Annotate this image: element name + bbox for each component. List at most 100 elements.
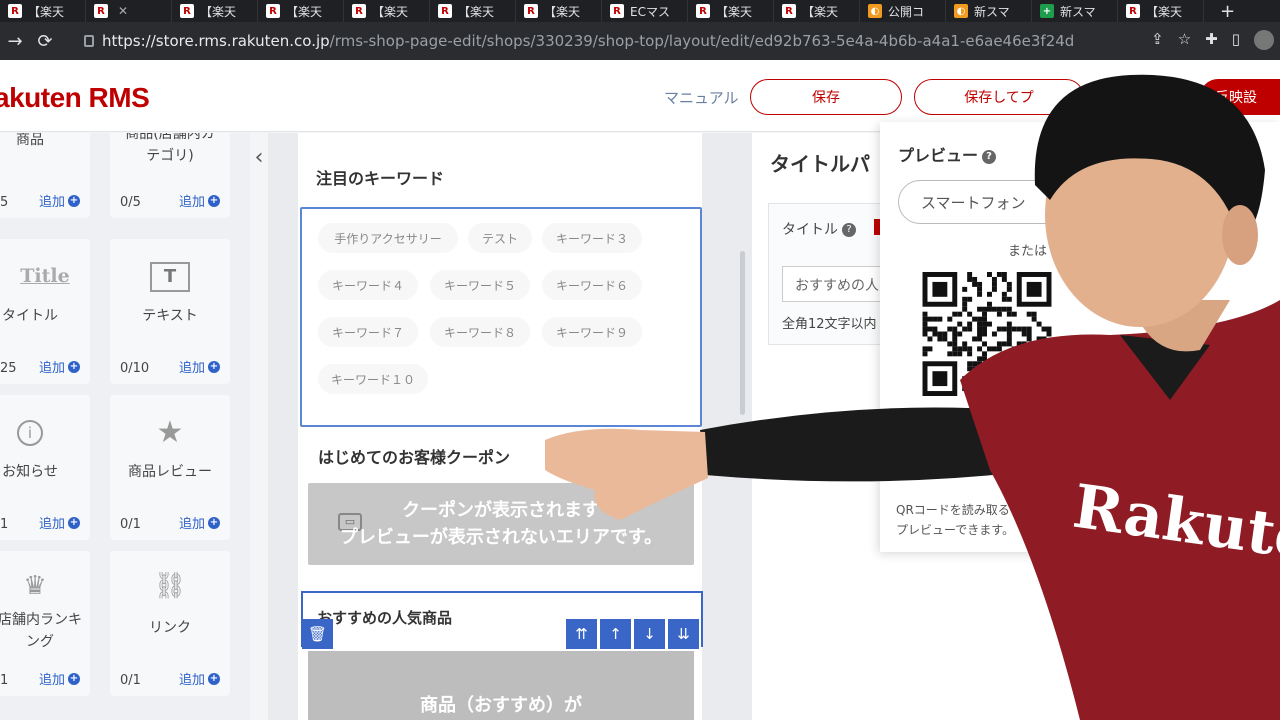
reload-icon[interactable]: ⟳ [30,31,60,52]
widget-product[interactable]: 商品 5 追加 + [0,133,90,218]
widget-add-button[interactable]: 追加 + [179,513,220,532]
browser-tab[interactable]: ◐ 新スマ [946,0,1032,22]
keyword-chip[interactable]: キーワード５ [430,270,530,300]
keyword-chip[interactable]: キーワード１０ [318,364,428,394]
plus-circle-icon: + [68,672,80,685]
browser-tab[interactable]: R 【楽天 [430,0,516,22]
plus-circle-icon: + [68,194,80,207]
widget-add-button[interactable]: 追加 + [179,669,220,688]
browser-address-bar: → ⟳ https://store.rms.rakuten.co.jp/rms-… [0,22,1280,60]
save-button[interactable]: 保存 [750,79,902,115]
widget-label: テキスト [142,308,198,324]
save-and-preview-button[interactable]: 保存してプ [914,79,1084,115]
browser-toolbar-icons: ⇪ ☆ ✚ ▯ [1151,30,1274,50]
canvas-scrollbar[interactable] [740,251,745,415]
tab-close-icon[interactable]: ✕ [118,4,128,18]
tab-label: 【楽天 [716,4,753,19]
widget-add-button[interactable]: 追加 + [179,357,220,376]
recommend-placeholder-text: 商品（おすすめ）が [420,695,582,716]
move-top-icon[interactable]: ⇈ [566,619,597,649]
widget-count: 1 [0,517,9,532]
smartphone-preview-button[interactable]: スマートフォン [898,180,1098,224]
move-down-icon[interactable]: ↓ [634,619,665,649]
url-host: https://store.rms.rakuten.co.jp [102,32,330,50]
bookmark-star-icon[interactable]: ☆ [1178,30,1191,50]
plus-circle-icon: + [68,360,80,373]
collapse-palette-chevron-icon[interactable]: ‹ [250,145,268,181]
widget-label: お知らせ [2,464,58,480]
info-icon: i [17,420,43,446]
publish-settings-button[interactable]: 反映設 [1200,79,1280,115]
widget-add-button[interactable]: 追加 + [39,357,80,376]
browser-tab[interactable]: R ECマス [602,0,688,22]
browser-tab[interactable]: ◐ 公開コ [860,0,946,22]
preview-title: プレビュー? [898,142,997,166]
recommend-section-title: おすすめの人気商品 [317,609,453,627]
browser-tab[interactable]: R ✕ [86,0,172,22]
coupon-block[interactable]: ▭ クーポンが表示されます プレビューが表示されないエリアです。 [308,483,694,565]
widget-add-button[interactable]: 追加 + [39,191,80,210]
widget-notice[interactable]: i お知らせ 1 追加 + [0,395,90,540]
browser-tab[interactable]: R 【楽天 [0,0,86,22]
help-icon[interactable]: ? [982,149,997,164]
rakuten-icon: R [782,4,796,18]
keywords-section-title: 注目のキーワード [316,169,445,188]
keywords-block[interactable]: 手作りアクセサリー テスト キーワード３ キーワード４ キーワード５ キーワード６ キーワー… [300,207,702,427]
widget-add-button[interactable]: 追加 + [39,513,80,532]
keyword-chip[interactable]: テスト [468,223,532,253]
browser-tab[interactable]: R 【楽天 [172,0,258,22]
move-up-icon[interactable]: ↑ [600,619,631,649]
title-field-hint: 全角12文字以内 [782,317,877,332]
browser-tab[interactable]: R 【楽天 [344,0,430,22]
keyword-chip[interactable]: キーワード９ [542,317,642,347]
profile-avatar[interactable] [1254,30,1274,50]
widget-product-category[interactable]: 商品(店舗内カ テゴリ) 0/5 追加 + [110,133,230,218]
rakuten-icon: R [610,4,624,18]
widget-shop-ranking[interactable]: ♛ 店舗内ランキ ング 1 追加 + [0,551,90,696]
rakuten-icon: R [8,4,22,18]
forward-icon[interactable]: → [0,31,30,52]
widget-label: 商品(店舗内カ テゴリ) [125,133,215,164]
keyword-chip[interactable]: キーワード６ [542,270,642,300]
browser-tab[interactable]: R 【楽天 [688,0,774,22]
browser-tab[interactable]: R 【楽天 [1118,0,1204,22]
new-tab-button[interactable]: + [1220,1,1235,22]
widget-label: 商品 [16,133,44,148]
trash-icon[interactable]: 🗑 [302,619,333,649]
widget-product-review[interactable]: ★ 商品レビュー 0/1 追加 + [110,395,230,540]
qr-code [922,272,1052,396]
text-icon: T [150,262,190,292]
widget-add-button[interactable]: 追加 + [39,669,80,688]
widget-link[interactable]: ⛓ リンク 0/1 追加 + [110,551,230,696]
keyword-chip[interactable]: キーワード７ [318,317,418,347]
plus-circle-icon: + [208,360,220,373]
sidepanel-icon[interactable]: ▯ [1232,30,1240,50]
url-field[interactable]: https://store.rms.rakuten.co.jp/rms-shop… [84,32,1074,50]
help-icon[interactable]: ? [842,223,856,237]
share-icon[interactable]: ⇪ [1151,30,1164,50]
tab-label: 【楽天 [458,4,495,19]
rakuten-icon: R [524,4,538,18]
browser-tab[interactable]: R 【楽天 [774,0,860,22]
rakuten-icon: R [1126,4,1140,18]
manual-link[interactable]: マニュアル [664,87,739,108]
keyword-chip[interactable]: 手作りアクセサリー [318,223,458,253]
keyword-chip[interactable]: キーワード８ [430,317,530,347]
widget-add-button[interactable]: 追加 + [179,191,220,210]
keyword-chip[interactable]: キーワード３ [542,223,642,253]
browser-tab[interactable]: + 新スマ [1032,0,1118,22]
widget-text[interactable]: T テキスト 0/10 追加 + [110,239,230,384]
widget-count: 0/10 [120,361,150,376]
tab-label: 公開コ [888,4,925,19]
rakuten-icon: R [94,4,108,18]
move-bottom-icon[interactable]: ⇊ [668,619,699,649]
star-icon: ★ [156,415,184,450]
rakuten-icon: R [266,4,280,18]
browser-tab[interactable]: R 【楽天 [516,0,602,22]
keyword-chip[interactable]: キーワード４ [318,270,418,300]
recommend-placeholder: 商品（おすすめ）が [308,651,694,720]
browser-tab[interactable]: R 【楽天 [258,0,344,22]
extensions-icon[interactable]: ✚ [1205,30,1218,50]
preview-panel: プレビュー? スマートフォン または QRコードを読み取ると、楽天 プレビューで… [880,122,1280,552]
widget-title[interactable]: Title タイトル 25 追加 + [0,239,90,384]
